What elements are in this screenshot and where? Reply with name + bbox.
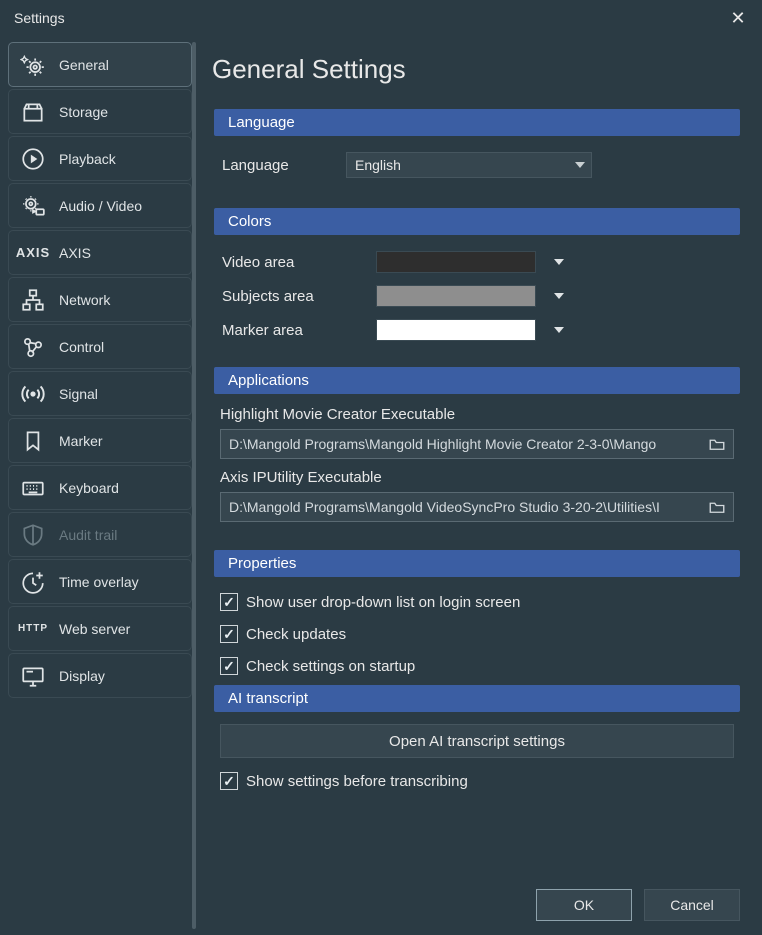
- video-area-color-swatch[interactable]: [376, 251, 536, 273]
- video-area-color-dropdown[interactable]: [550, 253, 568, 271]
- chevron-down-icon: [575, 162, 585, 168]
- axis-executable-input[interactable]: D:\Mangold Programs\Mangold VideoSyncPro…: [220, 492, 734, 522]
- sidebar-item-label: Playback: [59, 151, 116, 167]
- axis-browse-button[interactable]: [705, 496, 729, 518]
- play-icon: [19, 145, 47, 173]
- sidebar-item-timeoverlay[interactable]: Time overlay: [8, 559, 192, 604]
- subjects-area-color-swatch[interactable]: [376, 285, 536, 307]
- sidebar-scrollbar[interactable]: [192, 42, 196, 929]
- marker-area-color-swatch[interactable]: [376, 319, 536, 341]
- cancel-button-label: Cancel: [670, 897, 714, 913]
- axis-logo-icon: AXIS: [19, 239, 47, 267]
- sidebar-item-general[interactable]: General: [8, 42, 192, 87]
- titlebar: Settings ✕: [0, 0, 762, 36]
- axis-executable-value: D:\Mangold Programs\Mangold VideoSyncPro…: [229, 499, 705, 515]
- sidebar-item-network[interactable]: Network: [8, 277, 192, 322]
- sidebar-item-label: Display: [59, 668, 105, 684]
- sidebar-item-label: Keyboard: [59, 480, 119, 496]
- check-updates-label: Check updates: [246, 626, 346, 643]
- sidebar-item-marker[interactable]: Marker: [8, 418, 192, 463]
- sidebar-item-label: General: [59, 57, 109, 73]
- dialog-footer: OK Cancel: [212, 875, 744, 921]
- axis-executable-label: Axis IPUtility Executable: [220, 469, 734, 486]
- sidebar-item-label: Web server: [59, 621, 130, 637]
- close-icon[interactable]: ✕: [726, 8, 750, 29]
- sidebar-item-audittrail[interactable]: Audit trail: [8, 512, 192, 557]
- language-select-value: English: [355, 157, 401, 173]
- bookmark-icon: [19, 427, 47, 455]
- ok-button-label: OK: [574, 897, 594, 913]
- sidebar-item-control[interactable]: Control: [8, 324, 192, 369]
- display-icon: [19, 662, 47, 690]
- hmc-executable-input[interactable]: D:\Mangold Programs\Mangold Highlight Mo…: [220, 429, 734, 459]
- section-header-colors: Colors: [214, 208, 740, 235]
- show-user-dropdown-checkbox[interactable]: [220, 593, 238, 611]
- video-area-label: Video area: [222, 254, 362, 271]
- section-header-properties: Properties: [214, 550, 740, 577]
- section-header-language: Language: [214, 109, 740, 136]
- sidebar-item-display[interactable]: Display: [8, 653, 192, 698]
- signal-icon: [19, 380, 47, 408]
- sidebar-item-label: Signal: [59, 386, 98, 402]
- language-select[interactable]: English: [346, 152, 592, 178]
- sidebar-item-label: Control: [59, 339, 104, 355]
- sidebar-item-label: Network: [59, 292, 110, 308]
- gear-sparkle-icon: [19, 51, 47, 79]
- sidebar-item-label: Time overlay: [59, 574, 139, 590]
- hmc-executable-label: Highlight Movie Creator Executable: [220, 406, 734, 423]
- open-ai-transcript-settings-label: Open AI transcript settings: [389, 733, 565, 750]
- control-icon: [19, 333, 47, 361]
- check-settings-startup-checkbox[interactable]: [220, 657, 238, 675]
- marker-area-label: Marker area: [222, 322, 362, 339]
- clock-plus-icon: [19, 568, 47, 596]
- sidebar-item-label: Marker: [59, 433, 103, 449]
- shield-icon: [19, 521, 47, 549]
- show-user-dropdown-label: Show user drop-down list on login screen: [246, 594, 520, 611]
- sidebar: General Storage Playback: [0, 36, 198, 935]
- check-settings-startup-label: Check settings on startup: [246, 658, 415, 675]
- sidebar-item-storage[interactable]: Storage: [8, 89, 192, 134]
- marker-area-color-dropdown[interactable]: [550, 321, 568, 339]
- sidebar-item-webserver[interactable]: HTTP Web server: [8, 606, 192, 651]
- main-panel: General Settings Language Language Engli…: [198, 36, 762, 935]
- keyboard-icon: [19, 474, 47, 502]
- sidebar-item-label: Audio / Video: [59, 198, 142, 214]
- http-icon: HTTP: [19, 615, 47, 643]
- sidebar-item-signal[interactable]: Signal: [8, 371, 192, 416]
- show-settings-before-transcribing-label: Show settings before transcribing: [246, 773, 468, 790]
- sidebar-item-label: Audit trail: [59, 527, 117, 543]
- audio-video-icon: [19, 192, 47, 220]
- language-label: Language: [222, 157, 332, 174]
- subjects-area-label: Subjects area: [222, 288, 362, 305]
- section-header-ai-transcript: AI transcript: [214, 685, 740, 712]
- cancel-button[interactable]: Cancel: [644, 889, 740, 921]
- check-updates-checkbox[interactable]: [220, 625, 238, 643]
- ok-button[interactable]: OK: [536, 889, 632, 921]
- sidebar-item-keyboard[interactable]: Keyboard: [8, 465, 192, 510]
- show-settings-before-transcribing-checkbox[interactable]: [220, 772, 238, 790]
- hmc-executable-value: D:\Mangold Programs\Mangold Highlight Mo…: [229, 436, 705, 452]
- subjects-area-color-dropdown[interactable]: [550, 287, 568, 305]
- sidebar-item-label: Storage: [59, 104, 108, 120]
- hmc-browse-button[interactable]: [705, 433, 729, 455]
- sidebar-item-axis[interactable]: AXIS AXIS: [8, 230, 192, 275]
- window-title: Settings: [14, 10, 65, 26]
- section-header-applications: Applications: [214, 367, 740, 394]
- network-icon: [19, 286, 47, 314]
- sidebar-item-label: AXIS: [59, 245, 91, 261]
- page-title: General Settings: [212, 54, 744, 85]
- storage-icon: [19, 98, 47, 126]
- sidebar-item-playback[interactable]: Playback: [8, 136, 192, 181]
- open-ai-transcript-settings-button[interactable]: Open AI transcript settings: [220, 724, 734, 758]
- sidebar-item-audiovideo[interactable]: Audio / Video: [8, 183, 192, 228]
